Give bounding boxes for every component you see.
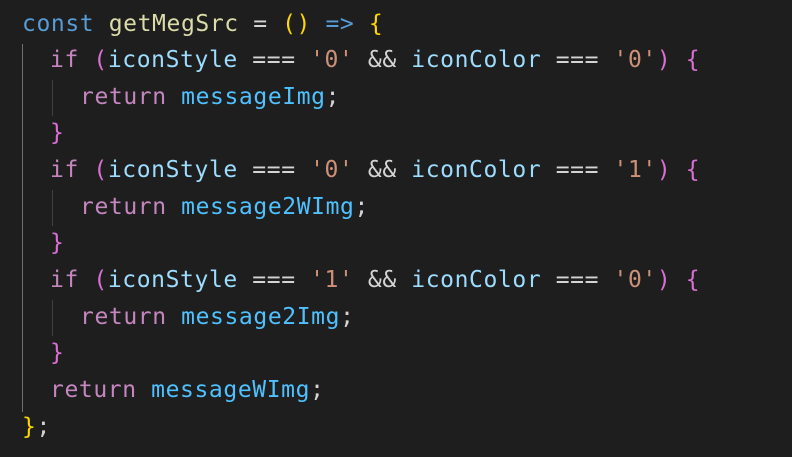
code-line-10[interactable]: } (50, 335, 64, 371)
return-value: messageImg (181, 84, 326, 110)
function-name: getMegSrc (108, 11, 239, 37)
if-keyword: if (50, 157, 79, 183)
return-keyword: return (80, 84, 167, 110)
code-line-1[interactable]: const getMegSrc = () => { (22, 6, 383, 42)
code-line-4[interactable]: } (50, 115, 64, 151)
code-line-12[interactable]: }; (22, 409, 51, 445)
semicolon: ; (325, 84, 341, 110)
and-operator: && (367, 47, 397, 73)
strict-equal-operator: === (555, 157, 600, 183)
if-keyword: if (50, 47, 79, 73)
code-line-5[interactable]: if (iconStyle === '0' && iconColor === '… (50, 152, 700, 188)
indent-guide-block1 (52, 80, 53, 116)
paren-close: ) (656, 47, 672, 73)
brace-close: } (50, 230, 65, 256)
arrow-operator: => (325, 11, 355, 37)
brace-close: } (50, 120, 65, 146)
indent-guide-outer (22, 44, 23, 412)
paren-open: ( (93, 157, 108, 183)
code-line-8[interactable]: if (iconStyle === '1' && iconColor === '… (50, 262, 700, 298)
strict-equal-operator: === (555, 47, 600, 73)
brace-open: { (685, 47, 701, 73)
string-literal: '0' (613, 267, 657, 293)
return-keyword: return (50, 377, 137, 403)
const-keyword: const (22, 11, 95, 37)
return-value: message2WImg (181, 194, 355, 220)
paren-close: ) (656, 267, 672, 293)
brace-open: { (368, 11, 384, 37)
string-literal: '0' (613, 47, 657, 73)
paren-close: ) (296, 11, 311, 37)
code-line-2[interactable]: if (iconStyle === '0' && iconColor === '… (50, 42, 700, 78)
paren-open: ( (282, 11, 297, 37)
string-literal: '0' (310, 157, 354, 183)
brace-open: { (685, 157, 701, 183)
return-value: messageWImg (151, 377, 311, 403)
variable-iconColor: iconColor (411, 47, 542, 73)
return-keyword: return (80, 304, 167, 330)
and-operator: && (367, 267, 397, 293)
indent-guide-block3 (52, 300, 53, 336)
string-literal: '0' (310, 47, 354, 73)
variable-iconColor: iconColor (411, 157, 542, 183)
code-line-11[interactable]: return messageWImg; (50, 372, 325, 408)
variable-iconStyle: iconStyle (107, 267, 238, 293)
code-editor[interactable]: const getMegSrc = () => { if (iconStyle … (0, 0, 792, 457)
semicolon: ; (340, 304, 355, 330)
code-line-6[interactable]: return message2WImg; (80, 189, 369, 225)
semicolon: ; (36, 414, 51, 440)
assign-operator: = (253, 11, 268, 37)
paren-open: ( (93, 47, 108, 73)
brace-close: } (50, 340, 65, 366)
and-operator: && (367, 157, 397, 183)
paren-open: ( (93, 267, 108, 293)
code-line-9[interactable]: return message2Img; (80, 299, 355, 335)
brace-close: } (22, 414, 37, 440)
variable-iconStyle: iconStyle (107, 157, 238, 183)
strict-equal-operator: === (252, 47, 296, 73)
string-literal: '1' (310, 267, 354, 293)
variable-iconStyle: iconStyle (107, 47, 238, 73)
code-line-3[interactable]: return messageImg; (80, 79, 340, 115)
return-value: message2Img (181, 304, 341, 330)
if-keyword: if (50, 267, 79, 293)
brace-open: { (685, 267, 701, 293)
semicolon: ; (310, 377, 325, 403)
string-literal: '1' (613, 157, 657, 183)
strict-equal-operator: === (555, 267, 600, 293)
code-line-7[interactable]: } (50, 225, 64, 261)
semicolon: ; (354, 194, 369, 220)
paren-close: ) (656, 157, 672, 183)
return-keyword: return (80, 194, 167, 220)
strict-equal-operator: === (252, 157, 296, 183)
strict-equal-operator: === (252, 267, 296, 293)
variable-iconColor: iconColor (411, 267, 542, 293)
indent-guide-block2 (52, 190, 53, 226)
